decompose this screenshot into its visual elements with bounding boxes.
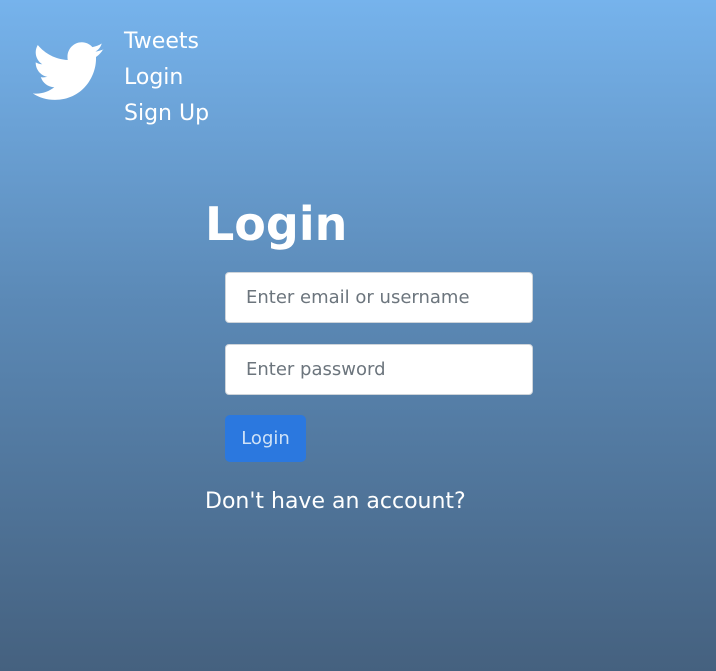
- email-username-input[interactable]: [225, 272, 533, 323]
- login-submit-button[interactable]: Login: [225, 415, 306, 462]
- nav-tweets-link[interactable]: Tweets: [124, 24, 209, 60]
- nav-signup-link[interactable]: Sign Up: [124, 96, 209, 132]
- nav-login-link[interactable]: Login: [124, 60, 209, 96]
- page-title: Login: [205, 197, 348, 251]
- signup-prompt-text: Don't have an account?: [205, 489, 466, 514]
- main-nav: Tweets Login Sign Up: [124, 24, 209, 132]
- twitter-logo-icon[interactable]: [33, 42, 105, 102]
- password-input[interactable]: [225, 344, 533, 395]
- twitter-bird-icon: [33, 42, 104, 100]
